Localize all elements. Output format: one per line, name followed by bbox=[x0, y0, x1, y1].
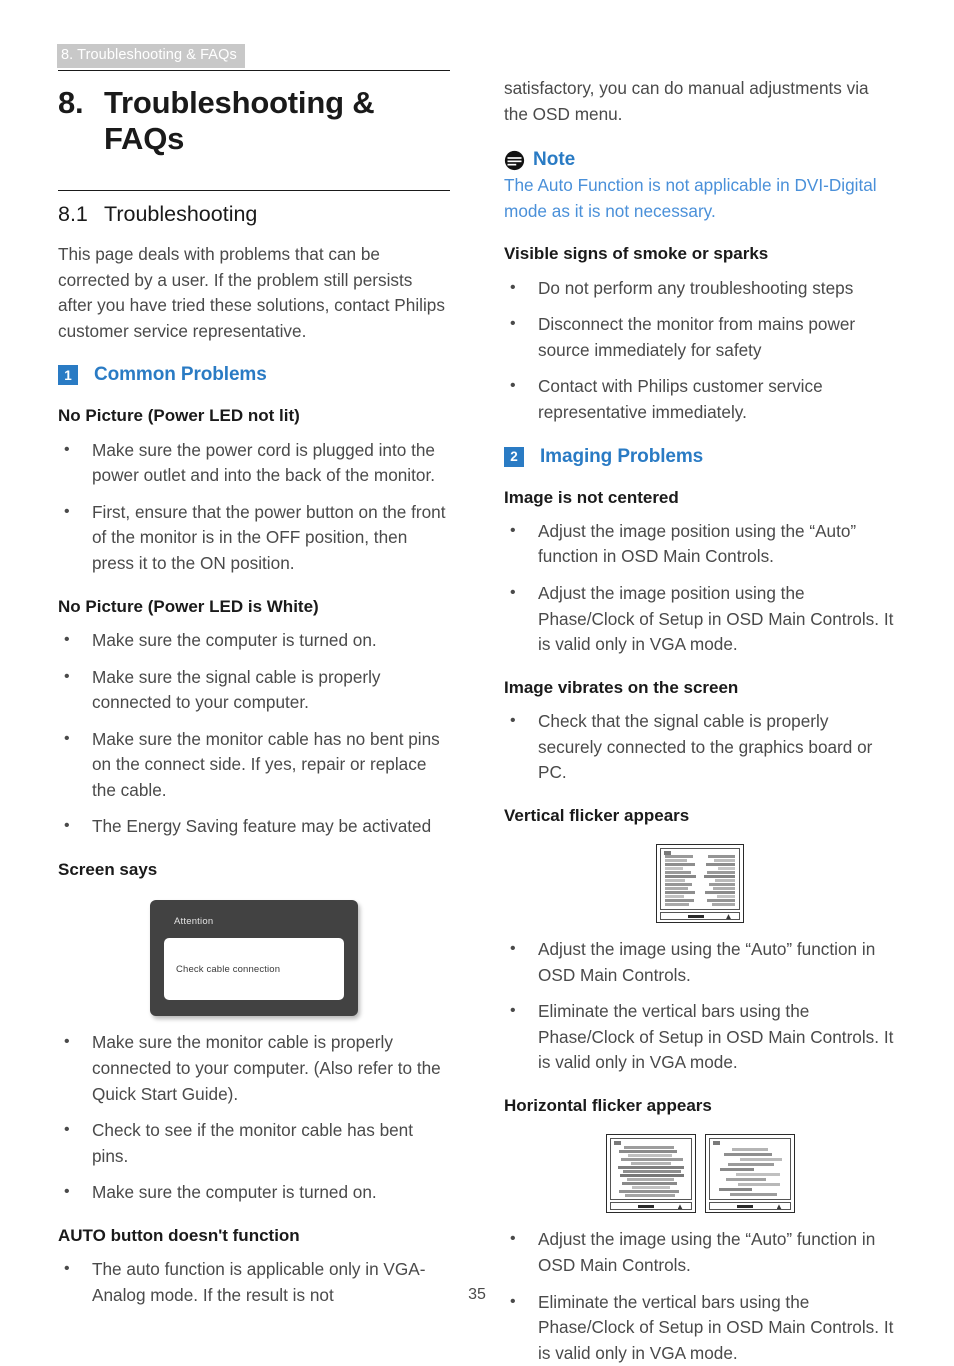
heading-vertical-flicker: Vertical flicker appears bbox=[504, 805, 896, 826]
osd-dialog-panel: Check cable connection bbox=[164, 938, 344, 1000]
section-number: 8.1 bbox=[58, 202, 104, 228]
monitor-illustration-vertical bbox=[656, 844, 744, 923]
note-icon bbox=[504, 150, 525, 171]
list-item: Make sure the monitor cable has no bent … bbox=[58, 727, 450, 804]
heading-no-picture-led-white: No Picture (Power LED is White) bbox=[58, 596, 450, 617]
vertical-flicker-figure bbox=[504, 844, 896, 923]
list-item: Do not perform any troubleshooting steps bbox=[504, 276, 896, 302]
heading-horizontal-flicker: Horizontal flicker appears bbox=[504, 1095, 896, 1116]
note-label: Note bbox=[533, 149, 575, 171]
chapter-title-text: Troubleshooting & FAQs bbox=[104, 85, 450, 156]
group-heading-imaging-problems: 2 Imaging Problems bbox=[504, 446, 896, 468]
list-item: Disconnect the monitor from mains power … bbox=[504, 312, 896, 363]
document-page: 8. Troubleshooting & FAQs 8. Troubleshoo… bbox=[0, 0, 954, 1354]
monitor-logo-icon bbox=[713, 1141, 720, 1145]
group-heading-common-problems: 1 Common Problems bbox=[58, 364, 450, 386]
list-item: The Energy Saving feature may be activat… bbox=[58, 814, 450, 840]
group-badge-2: 2 bbox=[504, 447, 524, 467]
left-column: 8. Troubleshooting & FAQs 8.1 Troublesho… bbox=[58, 70, 450, 1308]
horizontal-flicker-figure bbox=[504, 1134, 896, 1213]
intro-paragraph: This page deals with problems that can b… bbox=[58, 242, 450, 344]
heading-image-not-centered: Image is not centered bbox=[504, 487, 896, 508]
chapter-rule-top bbox=[58, 70, 450, 71]
monitor-screen bbox=[610, 1138, 692, 1200]
bullet-list-not-lit: Make sure the power cord is plugged into… bbox=[58, 438, 450, 577]
list-item: Make sure the power cord is plugged into… bbox=[58, 438, 450, 489]
group-badge-1: 1 bbox=[58, 365, 78, 385]
continuation-paragraph: satisfactory, you can do manual adjustme… bbox=[504, 76, 896, 127]
monitor-illustration-horizontal-good bbox=[705, 1134, 795, 1213]
heading-smoke-or-sparks: Visible signs of smoke or sparks bbox=[504, 243, 896, 264]
heading-auto-button: AUTO button doesn't function bbox=[58, 1225, 450, 1246]
running-header: 8. Troubleshooting & FAQs bbox=[57, 44, 245, 68]
list-item: Adjust the image position using the “Aut… bbox=[504, 519, 896, 570]
group-label-imaging-problems: Imaging Problems bbox=[540, 446, 703, 468]
monitor-screen bbox=[660, 848, 740, 910]
chapter-title: 8. Troubleshooting & FAQs bbox=[58, 85, 450, 156]
page-number: 35 bbox=[0, 1286, 954, 1304]
right-column: satisfactory, you can do manual adjustme… bbox=[504, 70, 896, 1366]
section-title-text: Troubleshooting bbox=[104, 202, 257, 228]
bullet-list-led-white: Make sure the computer is turned on. Mak… bbox=[58, 628, 450, 840]
osd-dialog: Attention Check cable connection bbox=[150, 900, 358, 1016]
list-item: Make sure the signal cable is properly c… bbox=[58, 665, 450, 716]
bullet-list-screen-says: Make sure the monitor cable is properly … bbox=[58, 1030, 450, 1206]
bullet-list-not-centered: Adjust the image position using the “Aut… bbox=[504, 519, 896, 658]
list-item: Eliminate the vertical bars using the Ph… bbox=[504, 999, 896, 1076]
list-item: Make sure the computer is turned on. bbox=[58, 1180, 450, 1206]
bullet-list-smoke: Do not perform any troubleshooting steps… bbox=[504, 276, 896, 426]
monitor-logo-icon bbox=[614, 1141, 621, 1145]
list-item: Check to see if the monitor cable has be… bbox=[58, 1118, 450, 1169]
title-spacer bbox=[58, 156, 450, 190]
list-item: Adjust the image using the “Auto” functi… bbox=[504, 937, 896, 988]
heading-screen-says: Screen says bbox=[58, 859, 450, 880]
osd-dialog-message: Check cable connection bbox=[176, 964, 280, 975]
list-item: First, ensure that the power button on t… bbox=[58, 500, 450, 577]
note-callout-heading: Note bbox=[504, 149, 896, 171]
monitor-base bbox=[709, 1202, 791, 1210]
section-rule bbox=[58, 190, 450, 191]
monitor-screen bbox=[709, 1138, 791, 1200]
list-item: Contact with Philips customer service re… bbox=[504, 374, 896, 425]
monitor-base bbox=[610, 1202, 692, 1210]
monitor-base bbox=[660, 912, 740, 920]
group-label-common-problems: Common Problems bbox=[94, 364, 267, 386]
heading-image-vibrates: Image vibrates on the screen bbox=[504, 677, 896, 698]
list-item: Adjust the image position using the Phas… bbox=[504, 581, 896, 658]
bullet-list-vibrates: Check that the signal cable is properly … bbox=[504, 709, 896, 786]
monitor-illustration-horizontal-bad bbox=[606, 1134, 696, 1213]
chapter-number: 8. bbox=[58, 85, 104, 156]
section-title: 8.1 Troubleshooting bbox=[58, 202, 450, 228]
list-item: Make sure the monitor cable is properly … bbox=[58, 1030, 450, 1107]
heading-no-picture-led-not-lit: No Picture (Power LED not lit) bbox=[58, 405, 450, 426]
osd-attention-figure: Attention Check cable connection bbox=[58, 900, 450, 1016]
note-body: The Auto Function is not applicable in D… bbox=[504, 173, 896, 224]
list-item: Check that the signal cable is properly … bbox=[504, 709, 896, 786]
bullet-list-vertical-flicker: Adjust the image using the “Auto” functi… bbox=[504, 937, 896, 1076]
osd-dialog-title: Attention bbox=[174, 916, 344, 927]
list-item: Make sure the computer is turned on. bbox=[58, 628, 450, 654]
list-item: Adjust the image using the “Auto” functi… bbox=[504, 1227, 896, 1278]
